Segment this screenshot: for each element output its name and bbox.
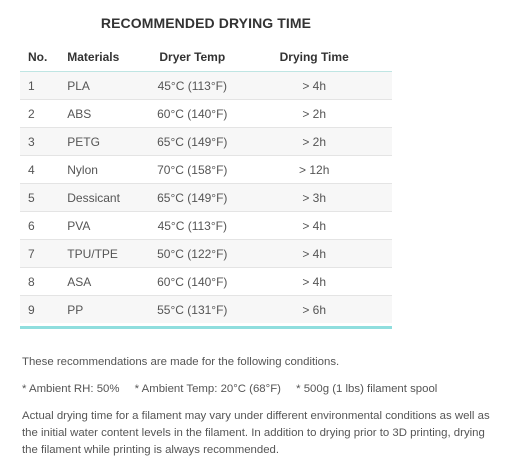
row-number: 3 [20,127,68,156]
row-material: PP [67,295,149,323]
drying-time-table: No. Materials Dryer Temp Drying Time 1 PL… [20,43,392,323]
row-dryer-temp: 65°C (149°F) [148,127,237,156]
table-row: 2 ABS 60°C (140°F) > 2h [20,99,392,128]
row-dryer-temp: 50°C (122°F) [148,239,237,268]
table-row: 8 ASA 60°C (140°F) > 4h [20,267,392,296]
row-number: 7 [20,239,68,268]
row-material: ASA [67,267,149,296]
notes-section: These recommendations are made for the f… [22,354,490,459]
row-material: Nylon [67,155,149,184]
row-drying-time: > 12h [236,155,392,184]
table-row: 1 PLA 45°C (113°F) > 4h [20,71,392,100]
conditions-intro: These recommendations are made for the f… [22,356,340,368]
row-dryer-temp: 45°C (113°F) [148,211,237,240]
conditions-list: * Ambient RH: 50% * Ambient Temp: 20°C (… [22,381,490,398]
table-title: RECOMMENDED DRYING TIME [100,15,312,31]
row-number: 1 [20,71,68,100]
table-body: 1 PLA 45°C (113°F) > 4h 2 ABS 60°C (140°F) > 2h… [20,71,392,323]
column-header-materials: Materials [67,43,149,72]
row-material: PETG [67,127,149,156]
row-number: 2 [20,99,68,128]
table-row: 9 PP 55°C (131°F) > 6h [20,295,392,323]
row-dryer-temp: 70°C (158°F) [148,155,237,184]
table-row: 4 Nylon 70°C (158°F) > 12h [20,155,392,184]
table-bottom-rule [20,326,392,329]
row-drying-time: > 2h [236,99,392,128]
row-material: PVA [67,211,149,240]
row-material: Dessicant [67,183,149,212]
row-dryer-temp: 60°C (140°F) [148,99,237,128]
row-dryer-temp: 45°C (113°F) [148,71,237,100]
row-material: PLA [67,71,149,100]
row-material: TPU/TPE [67,239,149,268]
row-drying-time: > 3h [236,183,392,212]
column-header-dryer-temp: Dryer Temp [148,43,237,72]
row-drying-time: > 4h [236,71,392,100]
row-number: 8 [20,267,68,296]
row-drying-time: > 4h [236,211,392,240]
table-row: 6 PVA 45°C (113°F) > 4h [20,211,392,240]
row-material: ABS [67,99,149,128]
column-header-drying-time: Drying Time [236,43,392,72]
row-dryer-temp: 65°C (149°F) [148,183,237,212]
row-dryer-temp: 55°C (131°F) [148,295,237,323]
column-header-no: No. [20,43,68,72]
row-drying-time: > 4h [236,239,392,268]
table-row: 7 TPU/TPE 50°C (122°F) > 4h [20,239,392,268]
drying-note: Actual drying time for a filament may va… [22,410,490,456]
row-drying-time: > 2h [236,127,392,156]
condition-ambient-temp: * Ambient Temp: 20°C (68°F) [134,383,281,395]
row-number: 9 [20,295,68,323]
row-drying-time: > 6h [236,295,392,323]
row-dryer-temp: 60°C (140°F) [148,267,237,296]
table-header-row: No. Materials Dryer Temp Drying Time [20,43,392,72]
condition-spool-size: * 500g (1 lbs) filament spool [296,383,438,395]
table-row: 5 Dessicant 65°C (149°F) > 3h [20,183,392,212]
table-row: 3 PETG 65°C (149°F) > 2h [20,127,392,156]
row-number: 6 [20,211,68,240]
row-number: 5 [20,183,68,212]
condition-ambient-rh: * Ambient RH: 50% [22,383,120,395]
row-drying-time: > 4h [236,267,392,296]
row-number: 4 [20,155,68,184]
